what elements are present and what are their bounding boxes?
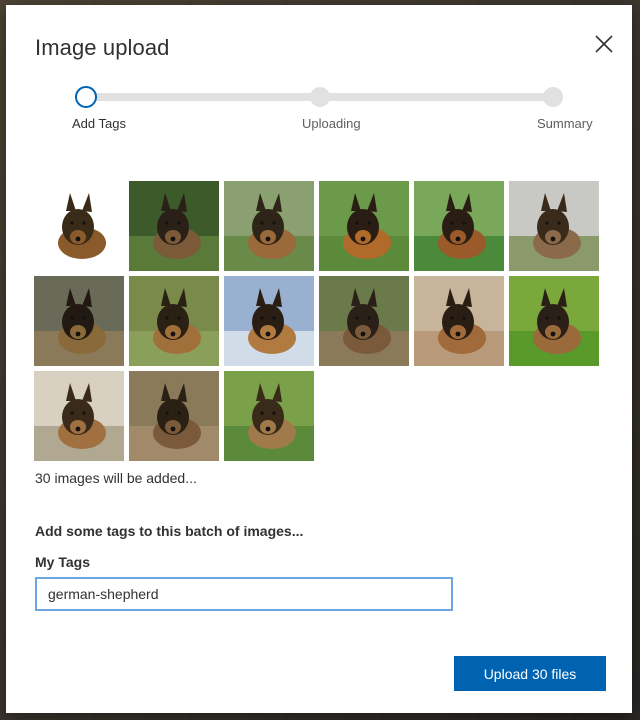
image-thumbnail: [129, 371, 219, 461]
step-dot-add-tags: [75, 86, 97, 108]
image-thumbnail: [319, 276, 409, 366]
image-thumbnail: [509, 276, 599, 366]
image-thumbnail: [509, 181, 599, 271]
images-count-text: 30 images will be added...: [35, 470, 197, 486]
tags-input[interactable]: [35, 577, 453, 611]
step-dot-summary: [543, 87, 563, 107]
image-thumbnail-grid: [34, 181, 604, 463]
german-shepherd-photo: [129, 276, 219, 366]
german-shepherd-photo: [509, 181, 599, 271]
upload-button[interactable]: Upload 30 files: [454, 656, 606, 691]
image-thumbnail: [224, 371, 314, 461]
german-shepherd-photo: [34, 181, 124, 271]
image-thumbnail: [129, 276, 219, 366]
image-thumbnail: [34, 276, 124, 366]
step-label-uploading: Uploading: [302, 116, 361, 131]
image-thumbnail: [224, 276, 314, 366]
tags-label: My Tags: [35, 554, 90, 570]
german-shepherd-photo: [34, 371, 124, 461]
image-thumbnail: [34, 371, 124, 461]
image-thumbnail: [414, 276, 504, 366]
german-shepherd-photo: [129, 371, 219, 461]
german-shepherd-photo: [224, 276, 314, 366]
step-dot-uploading: [310, 87, 330, 107]
tags-heading: Add some tags to this batch of images...: [35, 523, 304, 539]
step-label-add-tags: Add Tags: [72, 116, 126, 131]
german-shepherd-photo: [319, 276, 409, 366]
image-upload-dialog: Image upload Add Tags Uploading Summary: [6, 5, 632, 713]
image-thumbnail: [129, 181, 219, 271]
german-shepherd-photo: [224, 181, 314, 271]
image-thumbnail: [319, 181, 409, 271]
german-shepherd-photo: [319, 181, 409, 271]
german-shepherd-photo: [414, 276, 504, 366]
image-thumbnail: [414, 181, 504, 271]
step-label-summary: Summary: [537, 116, 593, 131]
german-shepherd-photo: [224, 371, 314, 461]
progress-stepper: Add Tags Uploading Summary: [6, 5, 632, 145]
german-shepherd-photo: [509, 276, 599, 366]
german-shepherd-photo: [129, 181, 219, 271]
image-thumbnail: [224, 181, 314, 271]
german-shepherd-photo: [34, 276, 124, 366]
german-shepherd-photo: [414, 181, 504, 271]
image-thumbnail: [34, 181, 124, 271]
